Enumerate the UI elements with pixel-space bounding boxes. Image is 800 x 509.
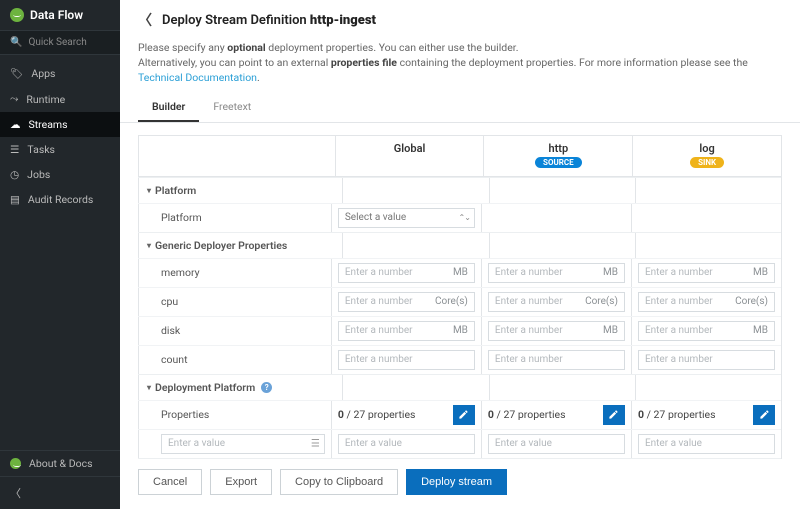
- label-cpu: cpu: [139, 289, 186, 314]
- chevron-down-icon: ▾: [147, 383, 151, 392]
- list-icon: ☰: [10, 143, 19, 156]
- cpu-http[interactable]: Enter a numberCore(s): [488, 292, 625, 312]
- label-memory: memory: [139, 260, 208, 285]
- records-icon: ▤: [10, 193, 20, 206]
- page-title: Deploy Stream Definition http-ingest: [162, 13, 376, 28]
- edit-button[interactable]: [603, 405, 625, 425]
- deploy-props-global: 0 / 27 properties: [338, 408, 447, 421]
- section-platform[interactable]: ▾Platform: [139, 178, 204, 203]
- label-deploy-props: Properties: [139, 402, 217, 427]
- chevron-down-icon: ▾: [147, 241, 151, 250]
- disk-log[interactable]: Enter a numberMB: [638, 321, 775, 341]
- memory-http[interactable]: Enter a numberMB: [488, 263, 625, 283]
- label-count: count: [139, 347, 196, 372]
- chevron-left-icon: 〈: [10, 487, 21, 500]
- deploy-val-http[interactable]: Enter a value: [488, 434, 625, 454]
- quick-search-placeholder: Quick Search: [28, 37, 86, 48]
- count-http[interactable]: Enter a number: [488, 350, 625, 370]
- disk-global[interactable]: Enter a numberMB: [338, 321, 475, 341]
- chevron-down-icon: ▾: [147, 186, 151, 195]
- nav-streams[interactable]: ☁Streams: [0, 112, 120, 137]
- count-global[interactable]: Enter a number: [338, 350, 475, 370]
- deploy-val-log[interactable]: Enter a value: [638, 434, 775, 454]
- deploy-props-http: 0 / 27 properties: [488, 408, 597, 421]
- edit-button[interactable]: [453, 405, 475, 425]
- list-icon: ☰: [311, 438, 320, 449]
- memory-global[interactable]: Enter a numberMB: [338, 263, 475, 283]
- doc-link[interactable]: Technical Documentation: [138, 71, 257, 84]
- tag-icon: 🏷: [10, 67, 23, 80]
- section-generic[interactable]: ▾Generic Deployer Properties: [139, 233, 295, 258]
- deploy-props-log: 0 / 27 properties: [638, 408, 747, 421]
- nav-about[interactable]: About & Docs: [0, 450, 120, 476]
- edit-button[interactable]: [753, 405, 775, 425]
- sink-badge: SINK: [690, 157, 724, 168]
- quick-search[interactable]: 🔍 Quick Search: [0, 31, 120, 55]
- deploy-val-global[interactable]: Enter a value: [338, 434, 475, 454]
- back-button[interactable]: 〈: [138, 10, 152, 30]
- sidebar-nav: 🏷Apps ⤳Runtime ☁Streams ☰Tasks ◷Jobs ▤Au…: [0, 55, 120, 444]
- tab-builder[interactable]: Builder: [138, 92, 199, 122]
- disk-http[interactable]: Enter a numberMB: [488, 321, 625, 341]
- clock-icon: ◷: [10, 168, 19, 181]
- nav-apps[interactable]: 🏷Apps: [0, 61, 120, 86]
- cancel-button[interactable]: Cancel: [138, 469, 202, 495]
- col-log: log SINK: [632, 136, 781, 176]
- cpu-log[interactable]: Enter a numberCore(s): [638, 292, 775, 312]
- cloud-icon: ☁: [10, 118, 21, 131]
- tab-freetext[interactable]: Freetext: [199, 92, 265, 122]
- label-disk: disk: [139, 318, 188, 343]
- help-icon[interactable]: ?: [261, 382, 272, 393]
- nav-tasks[interactable]: ☰Tasks: [0, 137, 120, 162]
- export-button[interactable]: Export: [210, 469, 272, 495]
- brand-header: Data Flow: [0, 0, 120, 31]
- deploy-key-input[interactable]: Enter a value☰: [161, 434, 325, 454]
- deploy-button[interactable]: Deploy stream: [406, 469, 507, 495]
- nav-audit[interactable]: ▤Audit Records: [0, 187, 120, 212]
- source-badge: SOURCE: [535, 157, 582, 168]
- memory-log[interactable]: Enter a numberMB: [638, 263, 775, 283]
- cpu-global[interactable]: Enter a numberCore(s): [338, 292, 475, 312]
- runtime-icon: ⤳: [10, 92, 18, 106]
- col-http: http SOURCE: [483, 136, 632, 176]
- brand-title: Data Flow: [30, 8, 83, 22]
- label-platform: Platform: [139, 205, 210, 230]
- leaf-icon: [10, 458, 21, 469]
- col-global: Global: [335, 136, 484, 176]
- sidebar-collapse[interactable]: 〈: [0, 476, 120, 509]
- copy-button[interactable]: Copy to Clipboard: [280, 469, 398, 495]
- nav-jobs[interactable]: ◷Jobs: [0, 162, 120, 187]
- description: Please specify any optional deployment p…: [120, 34, 800, 86]
- section-deploy[interactable]: ▾Deployment Platform ?: [139, 375, 280, 400]
- platform-select[interactable]: Select a value: [338, 208, 475, 228]
- leaf-icon: [10, 8, 24, 22]
- search-icon: 🔍: [10, 37, 22, 48]
- nav-runtime[interactable]: ⤳Runtime: [0, 86, 120, 112]
- count-log[interactable]: Enter a number: [638, 350, 775, 370]
